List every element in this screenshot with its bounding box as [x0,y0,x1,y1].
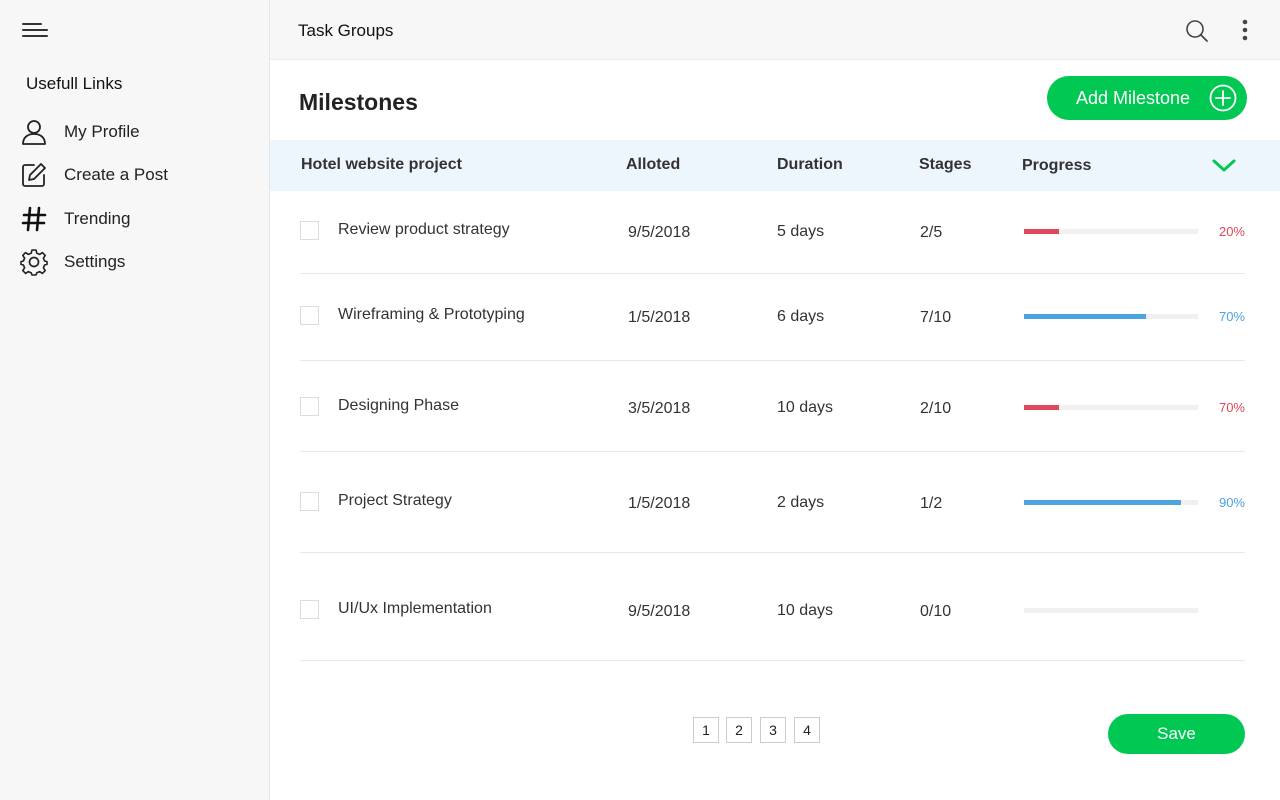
alloted-date: 9/5/2018 [628,603,691,620]
plus-circle-icon [1209,84,1237,112]
gear-icon [20,248,48,277]
row-checkbox[interactable] [300,600,319,619]
progress-percent: 90% [1218,495,1245,510]
task-name: UI/Ux Implementation [338,600,492,617]
stages: 7/10 [920,309,952,326]
alloted-date: 1/5/2018 [628,309,691,326]
table-row[interactable]: Designing Phase 3/5/2018 10 days 2/10 70… [300,361,1245,452]
sidebar-item-create-post[interactable]: Create a Post [20,154,260,198]
row-checkbox[interactable] [300,306,319,325]
duration: 2 days [777,494,825,511]
menu-icon[interactable] [22,22,50,40]
page-title: Milestones [299,89,418,115]
save-button[interactable]: Save [1108,714,1245,754]
progress-percent: 20% [1218,224,1245,239]
row-checkbox[interactable] [300,221,319,240]
alloted-date: 3/5/2018 [628,400,691,417]
duration: 5 days [777,223,825,240]
sidebar-nav: My Profile Create a Post Trending Settin… [20,110,260,284]
task-name: Review product strategy [338,221,510,238]
progress-bar [1024,314,1198,319]
progress-fill [1024,405,1059,410]
column-header-progress: Progress [1022,157,1092,174]
column-header-stages: Stages [919,156,972,173]
hash-icon [20,205,48,233]
progress-bar [1024,229,1198,234]
table-row[interactable]: UI/Ux Implementation 9/5/2018 10 days 0/… [300,553,1245,661]
sidebar-item-label: Trending [64,208,131,228]
sidebar-item-trending[interactable]: Trending [20,197,260,241]
table-row[interactable]: Wireframing & Prototyping 1/5/2018 6 day… [300,274,1245,361]
pagination: 1 2 3 4 [693,717,820,743]
table-row[interactable]: Review product strategy 9/5/2018 5 days … [300,192,1245,274]
column-header-duration: Duration [777,156,843,173]
user-icon [20,118,48,146]
chevron-down-icon[interactable] [1212,156,1236,176]
stages: 0/10 [920,603,952,620]
page-button-2[interactable]: 2 [726,717,752,743]
more-vert-icon[interactable] [1234,18,1256,44]
add-milestone-button[interactable]: Add Milestone [1047,76,1247,120]
column-header-project: Hotel website project [301,156,462,173]
add-milestone-label: Add Milestone [1076,87,1191,108]
duration: 6 days [777,308,825,325]
progress-bar [1024,405,1198,410]
top-bar: Task Groups [270,0,1280,60]
stages: 2/5 [920,224,943,241]
search-icon[interactable] [1185,19,1209,43]
sidebar-item-label: Settings [64,252,126,272]
task-name: Wireframing & Prototyping [338,306,525,323]
sidebar: Usefull Links My Profile Create a Post T… [0,0,270,800]
progress-percent: 70% [1218,309,1245,324]
progress-bar [1024,608,1198,613]
edit-icon [20,161,48,189]
page-header-title: Task Groups [298,21,394,40]
task-name: Designing Phase [338,397,459,414]
stages: 1/2 [920,495,943,512]
sidebar-item-label: My Profile [64,121,140,141]
task-name: Project Strategy [338,492,452,509]
duration: 10 days [777,399,834,416]
progress-fill [1024,314,1146,319]
row-checkbox[interactable] [300,492,319,511]
duration: 10 days [777,602,834,619]
progress-fill [1024,500,1181,505]
sidebar-item-my-profile[interactable]: My Profile [20,110,260,154]
row-checkbox[interactable] [300,397,319,416]
sidebar-heading: Usefull Links [26,74,123,93]
sidebar-item-label: Create a Post [64,165,168,185]
alloted-date: 9/5/2018 [628,224,691,241]
stages: 2/10 [920,400,952,417]
page-button-3[interactable]: 3 [760,717,786,743]
page-button-4[interactable]: 4 [794,717,820,743]
page-button-1[interactable]: 1 [693,717,719,743]
table-header: Hotel website project Alloted Duration S… [270,140,1280,191]
progress-bar [1024,500,1198,505]
sidebar-item-settings[interactable]: Settings [20,241,260,285]
progress-fill [1024,229,1059,234]
column-header-alloted: Alloted [626,156,681,173]
alloted-date: 1/5/2018 [628,495,691,512]
table-row[interactable]: Project Strategy 1/5/2018 2 days 1/2 90% [300,452,1245,553]
progress-percent: 70% [1218,400,1245,415]
